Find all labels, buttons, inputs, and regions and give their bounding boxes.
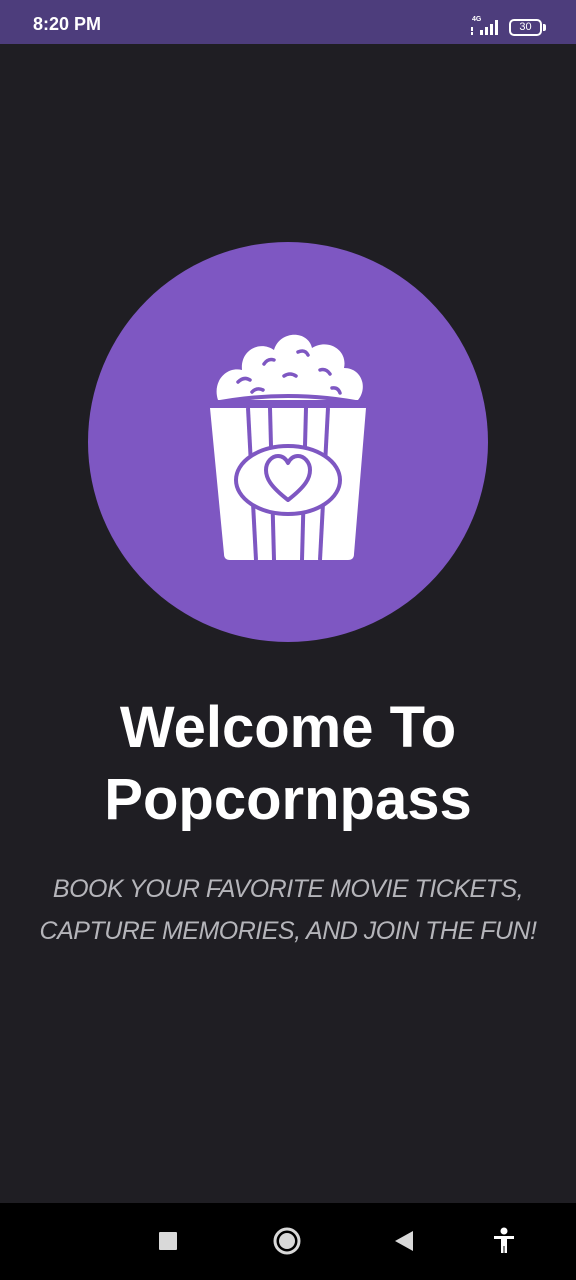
accessibility-button[interactable] <box>486 1223 522 1259</box>
welcome-subtitle-line1: BOOK YOUR FAVORITE MOVIE TICKETS, <box>52 875 524 903</box>
status-time: 8:20 PM <box>33 14 102 34</box>
welcome-title-line1: Welcome To <box>119 695 457 760</box>
navigation-bar <box>0 1203 576 1280</box>
welcome-subtitle: BOOK YOUR FAVORITE MOVIE TICKETS, CAPTUR… <box>30 868 546 952</box>
welcome-title: Welcome To Popcornpass <box>0 692 576 836</box>
welcome-title-line2: Popcornpass <box>104 767 472 832</box>
popcorn-heart-icon <box>209 334 367 561</box>
battery-icon: 30 <box>509 19 547 36</box>
signal-icon: 4G <box>468 14 502 38</box>
battery-tip <box>543 24 546 31</box>
status-bar: 8:20 PM 4G 30 <box>0 0 576 44</box>
recents-button[interactable] <box>150 1223 186 1259</box>
back-button[interactable] <box>386 1223 422 1259</box>
battery-level: 30 <box>519 21 532 33</box>
welcome-subtitle-line2: CAPTURE MEMORIES, AND JOIN THE FUN! <box>39 917 537 945</box>
home-icon <box>273 1227 301 1255</box>
home-button[interactable] <box>269 1223 305 1259</box>
welcome-screen: 8:20 PM 4G 30 Welcome To Popcornpass BOO… <box>0 0 576 1280</box>
accessibility-icon <box>494 1227 514 1253</box>
app-logo <box>88 242 488 642</box>
recents-icon <box>159 1232 177 1250</box>
network-type-label: 4G <box>472 16 482 23</box>
back-icon <box>395 1231 413 1251</box>
